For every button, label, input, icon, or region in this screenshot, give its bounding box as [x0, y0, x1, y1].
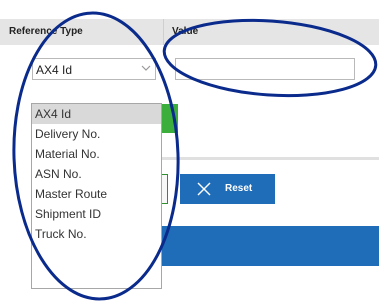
- reference-type-select[interactable]: AX4 Id: [32, 58, 156, 80]
- value-input[interactable]: [175, 58, 355, 80]
- reset-button[interactable]: Reset: [180, 174, 275, 204]
- dropdown-option-asn-no[interactable]: ASN No.: [32, 164, 161, 184]
- results-header-bar: [162, 226, 379, 266]
- search-button-edge[interactable]: [162, 104, 178, 133]
- secondary-button-edge[interactable]: [162, 174, 168, 204]
- column-divider: [163, 19, 164, 45]
- close-icon: [197, 182, 211, 196]
- value-column-header: Value: [172, 26, 199, 37]
- chevron-down-icon: [141, 65, 151, 71]
- dropdown-option-master-route[interactable]: Master Route: [32, 184, 161, 204]
- dropdown-option-material-no[interactable]: Material No.: [32, 144, 161, 164]
- dropdown-option-ax4-id[interactable]: AX4 Id: [32, 104, 161, 124]
- dropdown-option-delivery-no[interactable]: Delivery No.: [32, 124, 161, 144]
- reference-type-selected-value: AX4 Id: [36, 63, 73, 77]
- table-header-row: Reference Type Value: [0, 19, 379, 45]
- reset-button-label: Reset: [225, 183, 253, 194]
- divider: [162, 157, 379, 160]
- reference-type-column-header: Reference Type: [9, 26, 83, 37]
- dropdown-option-shipment-id[interactable]: Shipment ID: [32, 204, 161, 224]
- reference-type-dropdown: AX4 Id Delivery No. Material No. ASN No.…: [31, 103, 162, 289]
- dropdown-option-truck-no[interactable]: Truck No.: [32, 224, 161, 244]
- reference-search-form: Reference Type Value AX4 Id Reset AX4 Id…: [0, 0, 379, 303]
